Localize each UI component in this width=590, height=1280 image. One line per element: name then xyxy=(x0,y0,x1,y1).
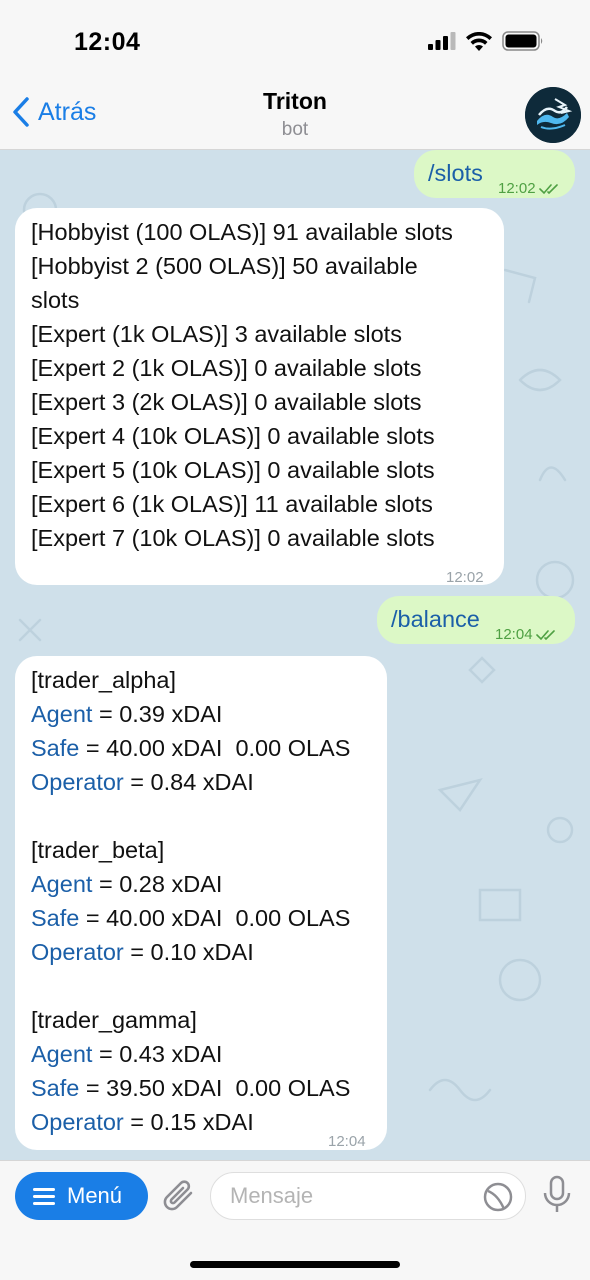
agent-row: Agent = 0.28 xDAI xyxy=(31,867,350,901)
agent-label[interactable]: Agent xyxy=(31,701,92,727)
message-text: /balance xyxy=(391,606,480,632)
operator-label[interactable]: Operator xyxy=(31,1109,124,1135)
slot-line: [Expert 7 (10k OLAS)] 0 available slots xyxy=(31,525,435,551)
chat-title: Triton xyxy=(263,88,327,114)
battery-icon xyxy=(502,31,543,51)
double-check-icon xyxy=(538,184,558,195)
message-input[interactable] xyxy=(210,1172,526,1220)
hamburger-icon xyxy=(33,1187,55,1205)
slot-line: [Hobbyist 2 (500 OLAS)] 50 available xyxy=(31,253,418,279)
chat-area[interactable]: /slots 12:02 [Hobbyist (100 OLAS)] 91 av… xyxy=(0,150,590,1160)
message-time: 12:02 xyxy=(498,172,561,206)
status-icons xyxy=(428,31,544,51)
safe-label[interactable]: Safe xyxy=(31,735,79,761)
status-time: 12:04 xyxy=(74,28,141,56)
balance-list: [trader_alpha] Agent = 0.39 xDAI Safe = … xyxy=(31,663,350,1139)
safe-value: = 39.50 xDAI 0.00 OLAS xyxy=(79,1075,351,1101)
agent-row: Agent = 0.39 xDAI xyxy=(31,697,350,731)
trader-name: [trader_alpha] xyxy=(31,667,177,693)
paperclip-icon[interactable] xyxy=(161,1177,197,1215)
slot-line: [Expert 3 (2k OLAS)] 0 available slots xyxy=(31,389,422,415)
slot-line: slots xyxy=(31,287,80,313)
message-time: 12:04 xyxy=(495,618,558,652)
safe-value: = 40.00 xDAI 0.00 OLAS xyxy=(79,735,351,761)
agent-value: = 0.39 xDAI xyxy=(92,701,223,727)
operator-value: = 0.15 xDAI xyxy=(123,1109,254,1135)
microphone-icon[interactable] xyxy=(542,1175,572,1215)
slot-line: [Expert (1k OLAS)] 3 available slots xyxy=(31,321,402,347)
trader-block: [trader_gamma] Agent = 0.43 xDAI Safe = … xyxy=(31,1003,350,1139)
incoming-message-slots[interactable]: [Hobbyist (100 OLAS)] 91 available slots… xyxy=(15,208,504,586)
slot-line: [Expert 4 (10k OLAS)] 0 available slots xyxy=(31,423,435,449)
operator-label[interactable]: Operator xyxy=(31,939,124,965)
status-bar: 12:04 xyxy=(0,0,590,80)
safe-row: Safe = 40.00 xDAI 0.00 OLAS xyxy=(31,901,350,935)
safe-label[interactable]: Safe xyxy=(31,1075,79,1101)
slot-line: [Expert 6 (1k OLAS)] 11 available slots xyxy=(31,491,433,517)
trader-name: [trader_gamma] xyxy=(31,1007,197,1033)
operator-label[interactable]: Operator xyxy=(31,769,124,795)
chat-subtitle: bot xyxy=(281,119,309,140)
incoming-message-balance[interactable]: [trader_alpha] Agent = 0.39 xDAI Safe = … xyxy=(15,656,387,1150)
safe-value: = 40.00 xDAI 0.00 OLAS xyxy=(79,905,351,931)
sticker-icon[interactable] xyxy=(482,1181,514,1213)
avatar[interactable] xyxy=(525,87,581,143)
operator-value: = 0.84 xDAI xyxy=(123,769,254,795)
double-check-icon xyxy=(535,630,555,641)
chat-header: Atrás Triton bot xyxy=(0,80,590,150)
trader-block: [trader_alpha] Agent = 0.39 xDAI Safe = … xyxy=(31,663,350,833)
agent-row: Agent = 0.43 xDAI xyxy=(31,1037,350,1071)
agent-label[interactable]: Agent xyxy=(31,1041,92,1067)
triton-wave-logo-icon xyxy=(525,87,581,143)
operator-row: Operator = 0.15 xDAI xyxy=(31,1105,350,1139)
agent-value: = 0.43 xDAI xyxy=(92,1041,223,1067)
time-label: 12:04 xyxy=(495,626,533,643)
safe-label[interactable]: Safe xyxy=(31,905,79,931)
safe-row: Safe = 40.00 xDAI 0.00 OLAS xyxy=(31,731,350,765)
message-text: /slots xyxy=(428,160,483,186)
operator-row: Operator = 0.84 xDAI xyxy=(31,765,350,799)
trader-name: [trader_beta] xyxy=(31,837,165,863)
message-time: 12:02 xyxy=(446,569,484,586)
agent-value: = 0.28 xDAI xyxy=(92,871,223,897)
home-indicator[interactable] xyxy=(190,1261,400,1268)
trader-block: [trader_beta] Agent = 0.28 xDAI Safe = 4… xyxy=(31,833,350,1003)
outgoing-message-slots[interactable]: /slots 12:02 xyxy=(414,150,575,198)
slot-line: [Expert 2 (1k OLAS)] 0 available slots xyxy=(31,355,422,381)
menu-button[interactable]: Menú xyxy=(15,1172,148,1220)
menu-label: Menú xyxy=(67,1183,123,1208)
time-label: 12:02 xyxy=(498,180,536,197)
signal-icon xyxy=(428,32,456,50)
operator-row: Operator = 0.10 xDAI xyxy=(31,935,350,969)
wifi-icon xyxy=(466,31,492,51)
agent-label[interactable]: Agent xyxy=(31,871,92,897)
operator-value: = 0.10 xDAI xyxy=(123,939,254,965)
outgoing-message-balance[interactable]: /balance 12:04 xyxy=(377,596,575,644)
slot-line: [Expert 5 (10k OLAS)] 0 available slots xyxy=(31,457,435,483)
safe-row: Safe = 39.50 xDAI 0.00 OLAS xyxy=(31,1071,350,1105)
chat-title-block[interactable]: Triton bot xyxy=(0,88,590,141)
message-time: 12:04 xyxy=(328,1133,366,1150)
slots-list: [Hobbyist (100 OLAS)] 91 available slots… xyxy=(31,215,453,555)
slot-line: [Hobbyist (100 OLAS)] 91 available slots xyxy=(31,219,453,245)
